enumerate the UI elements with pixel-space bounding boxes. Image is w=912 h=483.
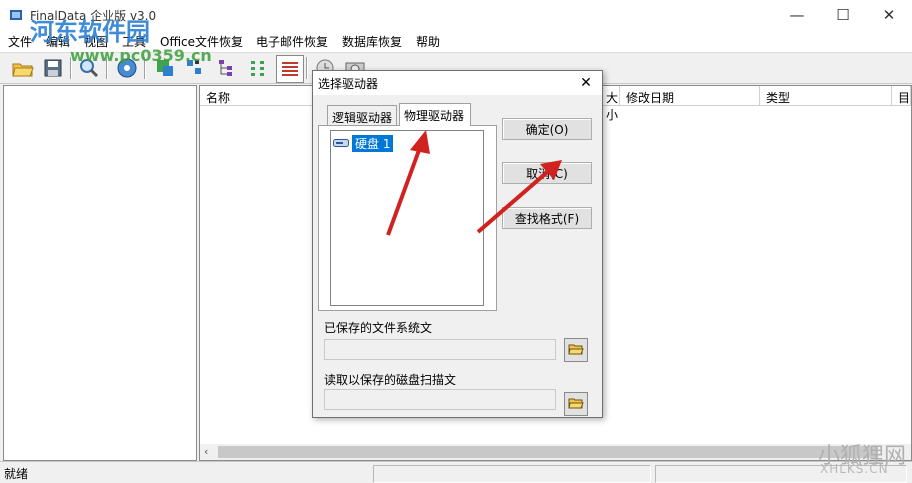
- scrollbar-thumb[interactable]: [218, 446, 878, 458]
- column-header-directory[interactable]: 目: [892, 86, 911, 106]
- folder-tree-pane[interactable]: [3, 85, 197, 461]
- select-drive-dialog: 选择驱动器 ✕ 逻辑驱动器 物理驱动器 硬盘 1 确定(O) 取消(C) 查找格…: [312, 70, 603, 418]
- save-icon[interactable]: [40, 55, 66, 81]
- menu-file[interactable]: 文件: [8, 33, 32, 50]
- tab-physical-drives[interactable]: 物理驱动器: [399, 103, 471, 126]
- horizontal-scrollbar[interactable]: ‹: [200, 444, 911, 460]
- view-details-icon[interactable]: [276, 55, 304, 83]
- dialog-title-bar: 选择驱动器 ✕: [313, 71, 602, 95]
- open-folder-icon[interactable]: [10, 55, 36, 81]
- disk-scan-label: 读取以保存的磁盘扫描文: [324, 373, 457, 387]
- saved-filesystem-label: 已保存的文件系统文: [324, 321, 433, 335]
- status-bar: 就绪: [0, 461, 912, 483]
- close-button[interactable]: ✕: [866, 0, 912, 30]
- menu-database-recovery[interactable]: 数据库恢复: [342, 33, 402, 50]
- view-tree-icon[interactable]: [214, 55, 240, 81]
- dialog-title: 选择驱动器: [318, 77, 379, 91]
- status-cell: [373, 465, 651, 483]
- column-header-type[interactable]: 类型: [760, 86, 892, 106]
- minimize-button[interactable]: —: [774, 0, 820, 30]
- ok-button[interactable]: 确定(O): [502, 118, 592, 140]
- view-list-icon[interactable]: [246, 55, 272, 81]
- dialog-close-button[interactable]: ✕: [575, 73, 597, 93]
- status-text: 就绪: [4, 467, 29, 481]
- disk-scan-field[interactable]: [324, 389, 556, 410]
- app-icon: [8, 7, 24, 26]
- column-header-modified-date[interactable]: 修改日期: [620, 86, 760, 106]
- toolbar-separator: [306, 57, 308, 79]
- watermark-url: www.pc0359.cn: [70, 46, 212, 65]
- watermark-logo-text: 河东软件园: [30, 17, 150, 46]
- watermark-corner-url: XHLKS.CN: [820, 462, 889, 476]
- hard-disk-icon: [333, 137, 349, 151]
- browse-scan-button[interactable]: [564, 392, 588, 416]
- saved-filesystem-field[interactable]: [324, 339, 556, 360]
- open-folder-icon: [568, 396, 584, 413]
- column-header-size[interactable]: 大小: [600, 86, 620, 122]
- annotation-arrow-ok: [476, 160, 562, 234]
- menu-help[interactable]: 帮助: [416, 33, 440, 50]
- annotation-arrow-tab: [386, 130, 430, 236]
- menu-email-recovery[interactable]: 电子邮件恢复: [256, 33, 328, 50]
- scroll-left-icon[interactable]: ‹: [204, 445, 208, 458]
- open-folder-icon: [568, 342, 584, 359]
- browse-filesystem-button[interactable]: [564, 338, 588, 362]
- maximize-button[interactable]: ☐: [820, 0, 866, 30]
